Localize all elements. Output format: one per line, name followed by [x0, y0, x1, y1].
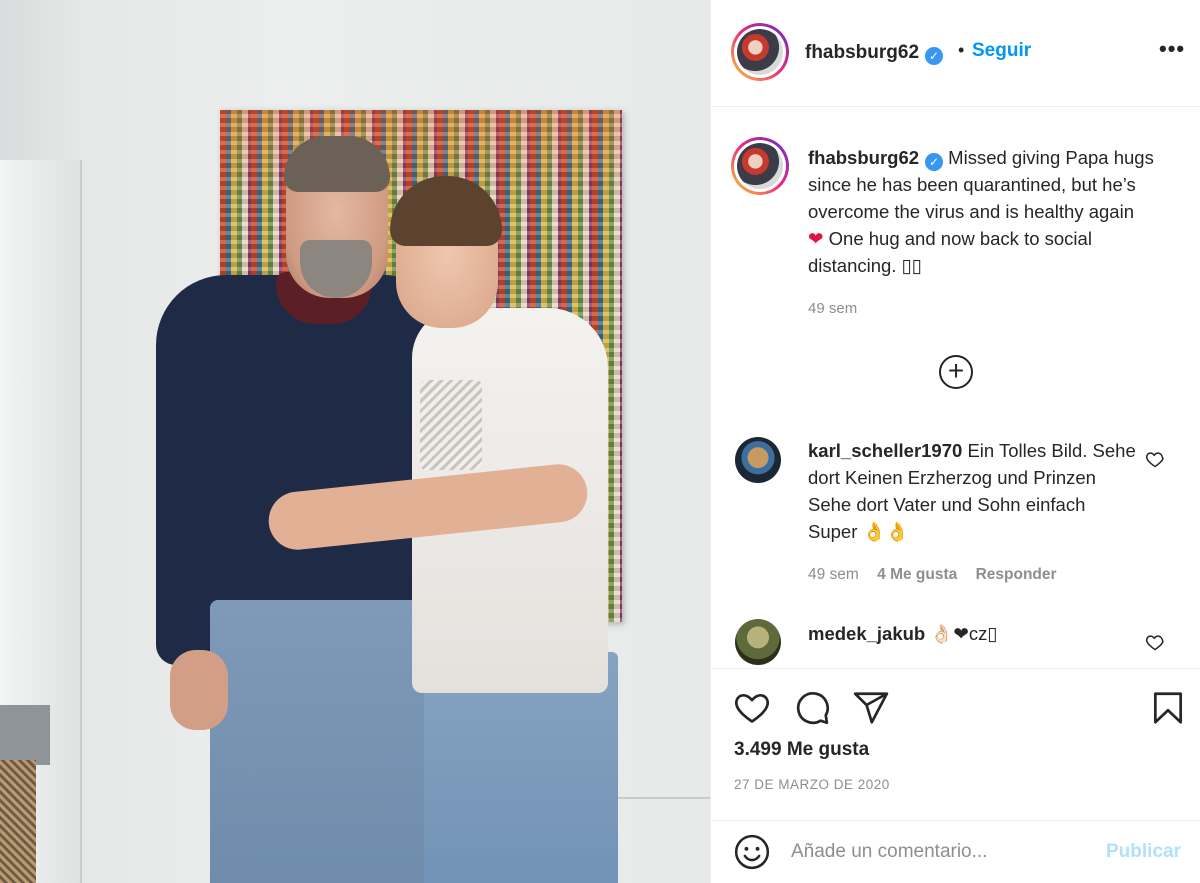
comment-item: medek_jakub 👌🏻❤cz▯: [808, 620, 1138, 647]
post-sidebar: fhabsburg62 ✓ • Seguir ••• fhabsburg62 ✓ M…: [710, 0, 1200, 883]
comment-heart-icon[interactable]: [1145, 632, 1165, 652]
comment-composer: Publicar: [711, 820, 1200, 883]
post-actions: 3.499 Me gusta 27 DE MARZO DE 2020: [711, 668, 1200, 820]
comment-icon[interactable]: [793, 689, 831, 727]
heart-icon[interactable]: [733, 689, 771, 727]
follow-button[interactable]: Seguir: [972, 40, 1031, 62]
post-header: fhabsburg62 ✓ • Seguir •••: [711, 0, 1200, 107]
post-date[interactable]: 27 DE MARZO DE 2020: [734, 777, 890, 792]
emoji-icon[interactable]: [733, 833, 771, 871]
post-caption: fhabsburg62 ✓ Missed giving Papa hugs sin…: [808, 144, 1154, 279]
comment-emoji: 👌👌: [862, 521, 909, 542]
caption-username[interactable]: fhabsburg62: [808, 147, 919, 168]
red-heart-icon: ❤: [808, 228, 824, 249]
header-username-text[interactable]: fhabsburg62: [805, 42, 919, 63]
comment-avatar[interactable]: [735, 619, 781, 665]
mesh-basket: [0, 760, 36, 883]
more-options-icon[interactable]: •••: [1159, 36, 1185, 62]
comment-heart-icon[interactable]: [1145, 449, 1165, 469]
caption-text-tail: One hug and now back to social distancin…: [808, 228, 1092, 276]
father-hair: [284, 136, 390, 192]
verified-badge-icon: ✓: [925, 153, 944, 171]
comment-input[interactable]: [791, 835, 1091, 869]
comment-item: karl_scheller1970 Ein Tolles Bild. Sehe …: [808, 437, 1138, 545]
comment-text: 👌🏻❤cz▯: [930, 623, 998, 644]
header-username[interactable]: fhabsburg62 ✓: [805, 42, 944, 65]
bookmark-icon[interactable]: [1149, 689, 1187, 727]
publish-button[interactable]: Publicar: [1106, 841, 1181, 863]
share-icon[interactable]: [852, 689, 890, 727]
header-avatar[interactable]: [731, 23, 789, 81]
comment-username[interactable]: karl_scheller1970: [808, 440, 962, 461]
verified-badge-icon: ✓: [925, 47, 944, 65]
comment-timestamp[interactable]: 49 sem: [808, 566, 859, 583]
plus-circle-icon[interactable]: +: [939, 355, 973, 389]
like-count[interactable]: 3.499 Me gusta: [734, 739, 869, 761]
avatar-image: [737, 143, 783, 189]
father-jeans: [210, 600, 428, 883]
comment-username[interactable]: medek_jakub: [808, 623, 925, 644]
post-photo[interactable]: [0, 0, 710, 883]
son-tshirt-print: [420, 380, 482, 470]
father-hand: [170, 650, 228, 730]
avatar-image: [737, 29, 783, 75]
caption-timestamp[interactable]: 49 sem: [808, 300, 857, 317]
caption-avatar[interactable]: [731, 137, 789, 195]
comment-avatar[interactable]: [735, 437, 781, 483]
reply-button[interactable]: Responder: [976, 566, 1057, 583]
counter-top: [0, 705, 50, 765]
header-separator: •: [958, 40, 965, 60]
comment-meta: 49 sem 4 Me gusta Responder: [808, 566, 1071, 584]
comment-like-count[interactable]: 4 Me gusta: [877, 566, 957, 583]
